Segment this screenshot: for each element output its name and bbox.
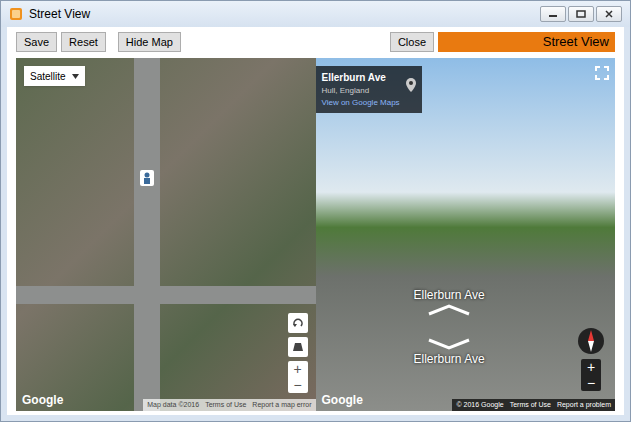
location-title: Ellerburn Ave	[322, 70, 400, 85]
close-button[interactable]: Close	[390, 32, 434, 52]
tilt-icon	[292, 342, 304, 352]
footer-link: © 2016 Google	[456, 400, 503, 411]
app-icon	[9, 7, 23, 21]
road-label[interactable]: Ellerburn Ave	[414, 286, 485, 304]
map-zoom-control: +−	[288, 361, 308, 393]
tilt-button[interactable]	[288, 337, 308, 357]
street-pane[interactable]: Ellerburn AveHull, EnglandView on Google…	[316, 58, 616, 411]
rotate-icon	[292, 317, 304, 329]
zoom-out-button[interactable]: −	[293, 377, 301, 393]
view-panes: Satellite+−GoogleMap data ©2016Terms of …	[16, 58, 615, 411]
street-footer: © 2016 Google Terms of Use Report a proble…	[452, 399, 615, 412]
location-subtitle: Hull, England	[322, 85, 400, 97]
road-label[interactable]: Ellerburn Ave	[414, 350, 485, 368]
compass-icon[interactable]	[577, 327, 605, 355]
google-maps-link[interactable]: View on Google Maps	[322, 97, 400, 109]
street-view-banner: Street View	[438, 32, 615, 52]
maximize-icon	[576, 10, 586, 18]
map-road	[16, 286, 316, 304]
hide-map-button[interactable]: Hide Map	[118, 32, 181, 52]
footer-link[interactable]: Report a problem	[557, 400, 611, 411]
close-icon	[604, 10, 614, 18]
maximize-button[interactable]	[568, 6, 594, 22]
street-zoom-control: +−	[581, 359, 601, 391]
save-button[interactable]: Save	[16, 32, 57, 52]
minimize-button[interactable]	[540, 6, 566, 22]
pin-icon[interactable]	[406, 78, 416, 92]
title-bar[interactable]: Street View	[1, 1, 630, 27]
window-title: Street View	[29, 5, 90, 23]
footer-link[interactable]: Terms of Use	[205, 400, 246, 411]
backward-arrow-icon[interactable]	[427, 338, 471, 350]
client-area: SaveReset Hide Map CloseStreet View Satelli…	[7, 27, 624, 415]
dropdown-icon	[72, 74, 79, 79]
footer-link[interactable]: Terms of Use	[510, 400, 551, 411]
zoom-in-button[interactable]: +	[587, 359, 595, 375]
rotate-button[interactable]	[288, 313, 308, 333]
road-navigation: Ellerburn Ave Ellerburn Ave	[414, 286, 485, 368]
zoom-in-button[interactable]: +	[293, 361, 301, 377]
minimize-icon	[548, 10, 558, 18]
zoom-out-button[interactable]: −	[587, 375, 595, 391]
google-logo: Google	[22, 391, 63, 409]
google-logo: Google	[322, 391, 363, 409]
street-view-window: Street ViewSaveResetHide MapCloseStreet …	[0, 0, 631, 422]
map-pane[interactable]: Satellite +− Google Map data ©2016 Terms of …	[16, 58, 316, 411]
map-type-select[interactable]: Satellite	[24, 66, 85, 86]
footer-link: Map data ©2016	[147, 400, 199, 411]
fullscreen-icon[interactable]	[595, 66, 609, 80]
map-footer: Map data ©2016 Terms of Use Report a map e…	[143, 399, 315, 412]
location-info: Ellerburn AveHull, EnglandView on Google…	[316, 66, 422, 113]
footer-link[interactable]: Report a map error	[252, 400, 311, 411]
reset-button[interactable]: Reset	[61, 32, 106, 52]
close-window-button[interactable]	[596, 6, 622, 22]
forward-arrow-icon[interactable]	[427, 304, 471, 316]
map-road	[134, 58, 160, 411]
pegman-icon[interactable]	[140, 170, 154, 186]
toolbar: SaveReset Hide Map CloseStreet View	[16, 27, 615, 58]
